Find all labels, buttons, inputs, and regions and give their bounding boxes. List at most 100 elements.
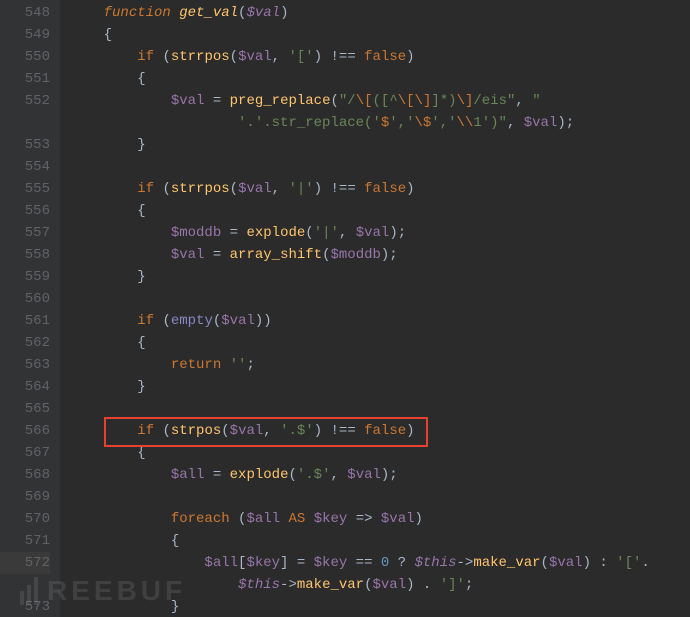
line-number: 557 [0,222,50,244]
token: empty [171,313,213,329]
code-line[interactable]: $all[$key] = $key == 0 ? $this->make_var… [70,552,690,574]
token: } [137,137,145,153]
code-line[interactable]: function get_val($val) [70,2,690,24]
code-line[interactable]: $moddb = explode('|', $val); [70,222,690,244]
code-line[interactable]: { [70,332,690,354]
token: $val [381,511,415,527]
line-number: 561 [0,310,50,332]
code-line[interactable]: if (strpos($val, '.$') !== false) [70,420,690,442]
token: } [137,379,145,395]
token: $this [238,577,280,593]
code-line[interactable]: { [70,530,690,552]
token: ) [406,49,414,65]
code-line[interactable]: $all = explode('.$', $val); [70,464,690,486]
token: function [104,5,180,21]
token: = [204,247,229,263]
code-line[interactable]: { [70,68,690,90]
line-number: 548 [0,2,50,24]
token: ) [314,181,331,197]
line-number-gutter: 5485495505515525535545555565575585595605… [0,0,60,617]
line-number: 564 [0,376,50,398]
token: ( [541,555,549,571]
token: )) [255,313,272,329]
token: $val [372,577,406,593]
token: -> [280,577,297,593]
token: ) [406,181,414,197]
code-line[interactable]: $val = preg_replace("/\[([^\[\]]*)\]/eis… [70,90,690,112]
token: '|' [314,225,339,241]
code-line[interactable]: { [70,200,690,222]
token: $val [230,423,264,439]
code-line[interactable]: } [70,596,690,617]
code-editor[interactable]: 5485495505515525535545555565575585595605… [0,0,690,617]
token: , [330,467,347,483]
code-line[interactable]: foreach ($all AS $key => $val) [70,508,690,530]
code-line[interactable]: return ''; [70,354,690,376]
token: " [532,93,540,109]
line-number: 556 [0,200,50,222]
token: '[' [288,49,313,65]
code-line[interactable]: if (empty($val)) [70,310,690,332]
token: . [641,555,649,571]
token: \[ [356,93,373,109]
token: ( [288,467,296,483]
token: ) [280,5,288,21]
token: ']' [440,577,465,593]
token: foreach [171,511,238,527]
token: if [137,181,162,197]
code-area[interactable]: function get_val($val) { if (strrpos($va… [60,0,690,617]
token: ([^ [373,93,398,109]
line-number: 558 [0,244,50,266]
token: ( [213,313,221,329]
token: { [104,27,112,43]
token: '.'.str_replace(' [238,115,381,131]
line-number: 553 [0,134,50,156]
token: ( [162,423,170,439]
token: false [364,423,406,439]
code-line[interactable] [70,398,690,420]
token: ); [557,115,574,131]
line-number: 572 [0,552,50,574]
code-line[interactable]: } [70,134,690,156]
line-number: 573 [0,596,50,617]
token: '[' [616,555,641,571]
code-line[interactable]: { [70,24,690,46]
token: make_var [473,555,540,571]
line-number: 550 [0,46,50,68]
token: $key [246,555,280,571]
token: $moddb [330,247,380,263]
token: = [204,467,229,483]
code-line[interactable]: } [70,376,690,398]
code-line[interactable]: $val = array_shift($moddb); [70,244,690,266]
line-number: 570 [0,508,50,530]
code-line[interactable]: if (strrpos($val, '|') !== false) [70,178,690,200]
token: $this [415,555,457,571]
code-line[interactable]: { [70,442,690,464]
line-number: 567 [0,442,50,464]
token: , [339,225,356,241]
code-line[interactable]: $this->make_var($val) . ']'; [70,574,690,596]
token: strrpos [171,181,230,197]
token: ',' [431,115,456,131]
token: get_val [179,5,238,21]
token: , [272,181,289,197]
code-line[interactable]: if (strrpos($val, '[') !== false) [70,46,690,68]
token: , [515,93,532,109]
line-number: 552 [0,90,50,112]
token: 1')" [473,115,507,131]
token: if [137,423,162,439]
line-number [0,574,50,596]
line-number: 568 [0,464,50,486]
token: ( [330,93,338,109]
token: $moddb [171,225,221,241]
code-line[interactable]: } [70,266,690,288]
code-line[interactable]: '.'.str_replace('$','\$','\\1')", $val); [70,112,690,134]
code-line[interactable] [70,156,690,178]
code-line[interactable] [70,288,690,310]
token: return [171,357,230,373]
token: $key [314,511,348,527]
token: { [171,533,179,549]
code-line[interactable] [70,486,690,508]
line-number: 571 [0,530,50,552]
token: $all [246,511,280,527]
